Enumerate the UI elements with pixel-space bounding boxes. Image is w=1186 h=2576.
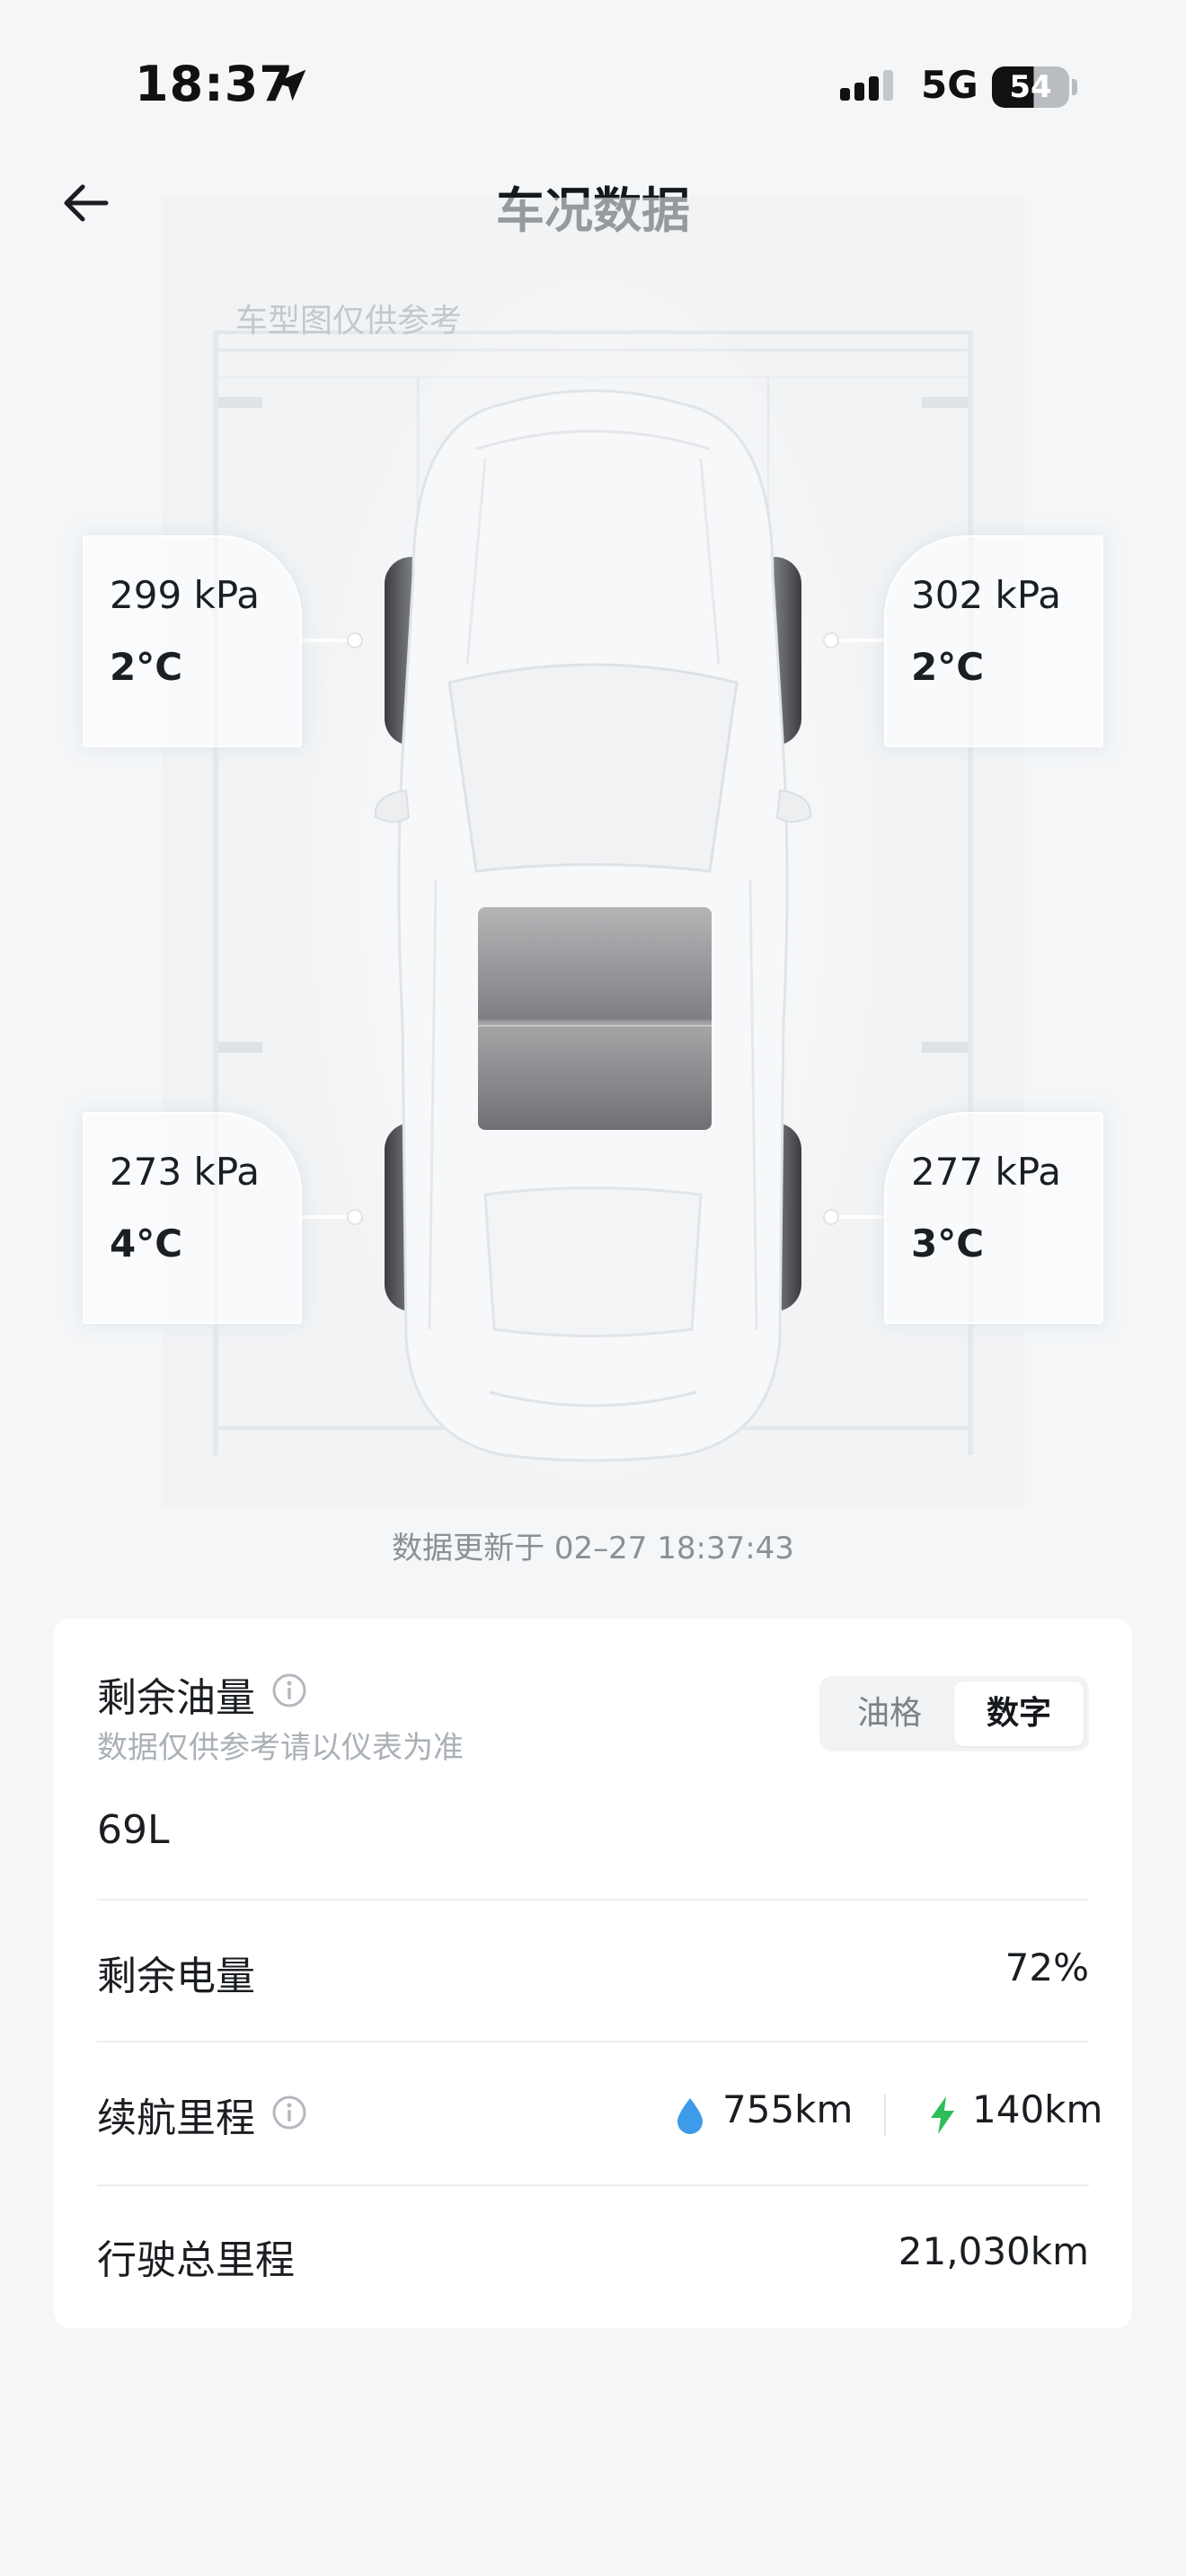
- electric-range-value: 140km: [972, 2087, 1103, 2131]
- odometer-label: 行驶总里程: [97, 2237, 295, 2283]
- fuel-remaining-value: 69L: [97, 1807, 170, 1853]
- tire-temperature: 2°C: [911, 645, 985, 689]
- tire-card-rear-left: 273 kPa 4°C: [83, 1112, 302, 1324]
- fuel-range-value: 755km: [722, 2087, 854, 2131]
- tire-pressure: 299 kPa: [110, 573, 261, 617]
- divider: [97, 2184, 1089, 2186]
- range-info-icon[interactable]: [271, 2095, 307, 2130]
- lightning-bolt-icon: [931, 2096, 954, 2134]
- tire-card-rear-right: 277 kPa 3°C: [884, 1112, 1103, 1324]
- battery-remaining-label: 剩余电量: [97, 1954, 255, 1999]
- odometer-value: 21,030km: [898, 2229, 1089, 2273]
- tire-temperature: 3°C: [911, 1222, 985, 1266]
- cellular-signal-icon: [840, 70, 893, 101]
- range-label: 续航里程: [97, 2095, 255, 2141]
- battery-remaining-value: 72%: [1005, 1945, 1089, 1989]
- range-values: 755km 140km: [676, 2087, 1102, 2141]
- water-drop-icon: [677, 2098, 703, 2134]
- tire-pressure: 273 kPa: [110, 1150, 261, 1194]
- divider: [97, 2041, 1089, 2042]
- status-bar: 18:37 5G 54: [0, 0, 1186, 171]
- vehicle-image-disclaimer: 车型图仅供参考: [235, 303, 463, 340]
- fuel-info-icon[interactable]: [271, 1672, 307, 1708]
- tire-card-front-right: 302 kPa 2°C: [884, 535, 1103, 747]
- data-update-time: 数据更新于 02–27 18:37:43: [392, 1531, 794, 1566]
- fuel-note: 数据仅供参考请以仪表为准: [97, 1730, 464, 1766]
- battery-indicator: 54: [992, 66, 1069, 108]
- tire-pressure: 302 kPa: [911, 573, 1062, 617]
- vehicle-info-card: 剩余油量 数据仅供参考请以仪表为准 油格 数字 69L 剩余电量 72% 续航里…: [54, 1619, 1132, 2328]
- tire-temperature: 4°C: [110, 1222, 183, 1266]
- tire-pressure: 277 kPa: [911, 1150, 1062, 1194]
- fuel-remaining-label: 剩余油量: [97, 1675, 255, 1721]
- toggle-fuel-grid[interactable]: 油格: [825, 1681, 954, 1746]
- toggle-fuel-digit[interactable]: 数字: [954, 1681, 1084, 1746]
- divider: [97, 1899, 1089, 1901]
- location-arrow-icon: [274, 69, 306, 101]
- tire-card-front-left: 299 kPa 2°C: [83, 535, 302, 747]
- battery-tip: [1072, 79, 1077, 95]
- tire-temperature: 2°C: [110, 645, 183, 689]
- fuel-display-toggle: 油格 数字: [819, 1676, 1089, 1751]
- range-separator: [884, 2095, 886, 2136]
- vehicle-diagram: 车型图仅供参考 299 kPa 2°C 302 kPa 2°C 273 kPa …: [0, 198, 1186, 1509]
- network-type: 5G: [921, 63, 978, 107]
